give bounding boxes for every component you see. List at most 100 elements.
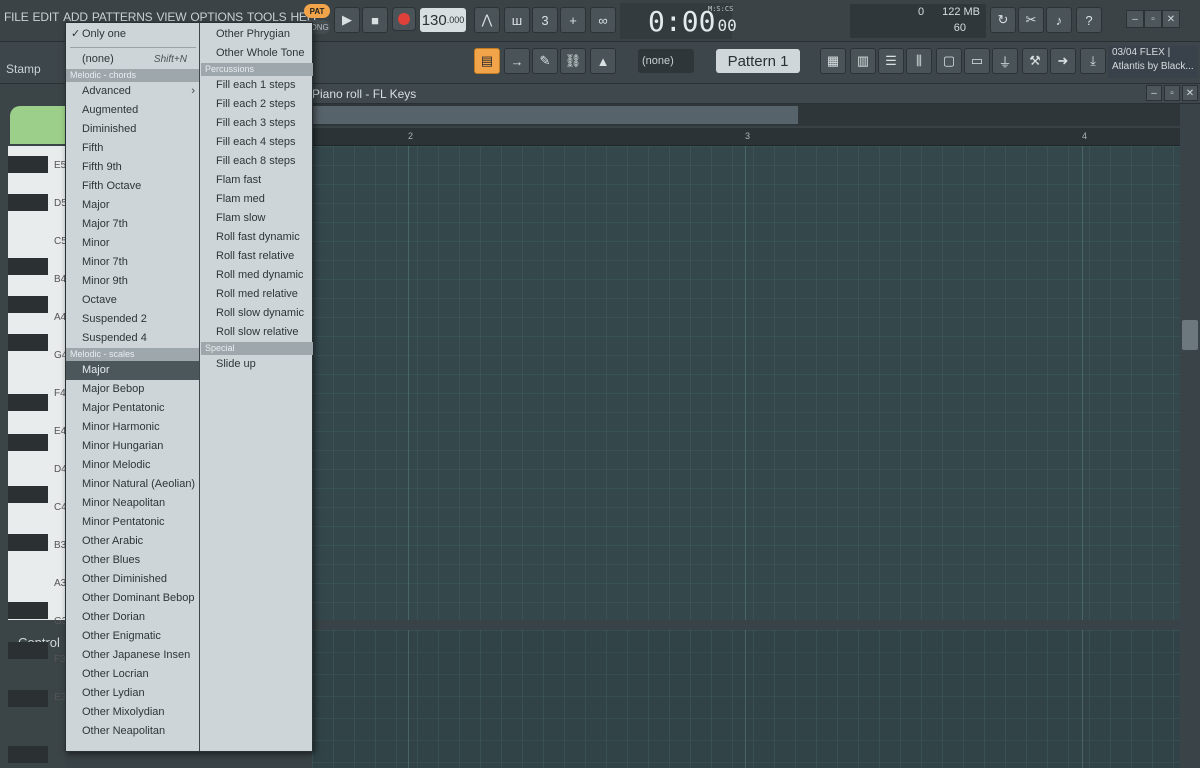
- menu-item-chord-octave[interactable]: Octave: [66, 291, 199, 310]
- piano-roll-view-icon[interactable]: ▤: [474, 48, 500, 74]
- pencil-icon[interactable]: ✎: [532, 48, 558, 74]
- share-icon[interactable]: ➜: [1050, 48, 1076, 74]
- piano-roll-icon[interactable]: ▥: [850, 48, 876, 74]
- link-icon[interactable]: ⛓: [560, 48, 586, 74]
- piano-keyboard[interactable]: E5 D5 C5 B4 A4 G4 F4 E4 D4 C4 B3 A3 G3 F3 E3: [8, 146, 67, 763]
- black-key[interactable]: [8, 394, 48, 411]
- menu-item-chord-major-7th[interactable]: Major 7th: [66, 215, 199, 234]
- horizontal-scroll-thumb[interactable]: [312, 106, 798, 124]
- menu-item-perc-flam-slow[interactable]: Flam slow: [201, 209, 313, 228]
- menu-item-chord-advanced[interactable]: Advanced ›: [66, 82, 199, 101]
- black-key[interactable]: [8, 486, 48, 503]
- menu-item-scale-other-japanese-insen[interactable]: Other Japanese Insen: [66, 646, 199, 665]
- pattern-mode-button[interactable]: PAT: [304, 4, 330, 18]
- menu-item-scale-other-enigmatic[interactable]: Other Enigmatic: [66, 627, 199, 646]
- menu-item-scale-major-bebop[interactable]: Major Bebop: [66, 380, 199, 399]
- menu-item-perc-roll-fast-relative[interactable]: Roll fast relative: [201, 247, 313, 266]
- menu-item-perc-roll-med-relative[interactable]: Roll med relative: [201, 285, 313, 304]
- menu-edit[interactable]: EDIT: [33, 10, 60, 24]
- menu-item-perc-roll-med-dynamic[interactable]: Roll med dynamic: [201, 266, 313, 285]
- tools-icon[interactable]: ⚒: [1022, 48, 1048, 74]
- note-grid[interactable]: [312, 146, 1180, 620]
- menu-item-perc-flam-med[interactable]: Flam med: [201, 190, 313, 209]
- menu-item-scale-minor-melodic[interactable]: Minor Melodic: [66, 456, 199, 475]
- black-key[interactable]: [8, 296, 48, 313]
- mixer-icon[interactable]: ⫼: [906, 48, 932, 74]
- black-key[interactable]: [8, 258, 48, 275]
- black-key[interactable]: [8, 534, 48, 551]
- help-icon[interactable]: ?: [1076, 7, 1102, 33]
- menu-item-chord-minor[interactable]: Minor: [66, 234, 199, 253]
- download-icon[interactable]: ⤓: [1080, 48, 1106, 74]
- menu-item-scale-other-mixolydian[interactable]: Other Mixolydian: [66, 703, 199, 722]
- menu-item-scale-other-dominant-bebop[interactable]: Other Dominant Bebop: [66, 589, 199, 608]
- menu-item-scale-other-lydian[interactable]: Other Lydian: [66, 684, 199, 703]
- black-key[interactable]: [8, 690, 48, 707]
- menu-item-scale-other-phrygian[interactable]: Other Phrygian: [201, 25, 313, 44]
- stop-button[interactable]: ■: [362, 7, 388, 33]
- menu-item-perc-roll-fast-dynamic[interactable]: Roll fast dynamic: [201, 228, 313, 247]
- cut-icon[interactable]: ✂: [1018, 7, 1044, 33]
- countdown-button[interactable]: 3: [532, 7, 558, 33]
- tempo-display[interactable]: 130.000: [420, 8, 466, 32]
- menu-item-scale-minor-harmonic[interactable]: Minor Harmonic: [66, 418, 199, 437]
- menu-item-perc-flam-fast[interactable]: Flam fast: [201, 171, 313, 190]
- menu-item-perc-roll-slow-dynamic[interactable]: Roll slow dynamic: [201, 304, 313, 323]
- black-key[interactable]: [8, 434, 48, 451]
- menu-item-scale-other-dorian[interactable]: Other Dorian: [66, 608, 199, 627]
- metronome-button[interactable]: ⋀: [474, 7, 500, 33]
- maximize-button[interactable]: ▫: [1144, 10, 1162, 28]
- menu-item-scale-minor-neapolitan[interactable]: Minor Neapolitan: [66, 494, 199, 513]
- file-icon[interactable]: ▭: [964, 48, 990, 74]
- menu-item-perc-fill-each-2-steps[interactable]: Fill each 2 steps: [201, 95, 313, 114]
- black-key[interactable]: [8, 334, 48, 351]
- step-edit-button[interactable]: +: [560, 7, 586, 33]
- menu-item-chord-fifth-9th[interactable]: Fifth 9th: [66, 158, 199, 177]
- arrow-right-icon[interactable]: →: [504, 48, 530, 74]
- menu-item-chord-fifth-octave[interactable]: Fifth Octave: [66, 177, 199, 196]
- microphone-icon[interactable]: ♪: [1046, 7, 1072, 33]
- browser-icon[interactable]: ▢: [936, 48, 962, 74]
- menu-item-perc-fill-each-8-steps[interactable]: Fill each 8 steps: [201, 152, 313, 171]
- close-button[interactable]: ✕: [1162, 10, 1180, 28]
- loop-record-button[interactable]: ∞: [590, 7, 616, 33]
- ghost-channel-tab[interactable]: [10, 106, 68, 144]
- event-editor-grid[interactable]: [312, 630, 1180, 768]
- piano-roll-title[interactable]: Piano roll - FL Keys: [312, 87, 416, 101]
- black-key[interactable]: [8, 156, 48, 173]
- refresh-icon[interactable]: ↻: [990, 7, 1016, 33]
- black-key[interactable]: [8, 194, 48, 211]
- menu-item-scale-minor-hungarian[interactable]: Minor Hungarian: [66, 437, 199, 456]
- pr-close-button[interactable]: ✕: [1182, 85, 1198, 101]
- menu-item-chord-fifth[interactable]: Fifth: [66, 139, 199, 158]
- bar-ruler[interactable]: 2 3 4: [312, 128, 1180, 146]
- menu-file[interactable]: FILE: [4, 10, 29, 24]
- vertical-scroll-thumb[interactable]: [1182, 320, 1198, 350]
- menu-item-scale-other-neapolitan[interactable]: Other Neapolitan: [66, 722, 199, 741]
- menu-item-scale-minor-pentatonic[interactable]: Minor Pentatonic: [66, 513, 199, 532]
- menu-item-perc-fill-each-1-steps[interactable]: Fill each 1 steps: [201, 76, 313, 95]
- menu-item-chord-major[interactable]: Major: [66, 196, 199, 215]
- menu-item-chord-suspended-2[interactable]: Suspended 2: [66, 310, 199, 329]
- play-button[interactable]: ▶: [334, 7, 360, 33]
- menu-item-only-one[interactable]: ✓ Only one: [66, 25, 199, 44]
- black-key[interactable]: [8, 642, 48, 659]
- menu-item-perc-fill-each-4-steps[interactable]: Fill each 4 steps: [201, 133, 313, 152]
- black-key[interactable]: [8, 602, 48, 619]
- menu-item-chord-augmented[interactable]: Augmented: [66, 101, 199, 120]
- plug-icon[interactable]: ⏚: [992, 48, 1018, 74]
- record-button[interactable]: [392, 7, 416, 31]
- menu-item-scale-other-locrian[interactable]: Other Locrian: [66, 665, 199, 684]
- minimize-button[interactable]: –: [1126, 10, 1144, 28]
- menu-item-perc-fill-each-3-steps[interactable]: Fill each 3 steps: [201, 114, 313, 133]
- menu-item-chord-suspended-4[interactable]: Suspended 4: [66, 329, 199, 348]
- menu-item-scale-other-whole-tone[interactable]: Other Whole Tone: [201, 44, 313, 63]
- pr-minimize-button[interactable]: –: [1146, 85, 1162, 101]
- plugin-icon[interactable]: ▲: [590, 48, 616, 74]
- snap-select[interactable]: (none): [638, 49, 694, 73]
- menu-item-chord-minor-7th[interactable]: Minor 7th: [66, 253, 199, 272]
- menu-item-scale-other-blues[interactable]: Other Blues: [66, 551, 199, 570]
- menu-item-scale-other-arabic[interactable]: Other Arabic: [66, 532, 199, 551]
- playlist-icon[interactable]: ▦: [820, 48, 846, 74]
- vertical-scrollbar[interactable]: [1180, 104, 1200, 768]
